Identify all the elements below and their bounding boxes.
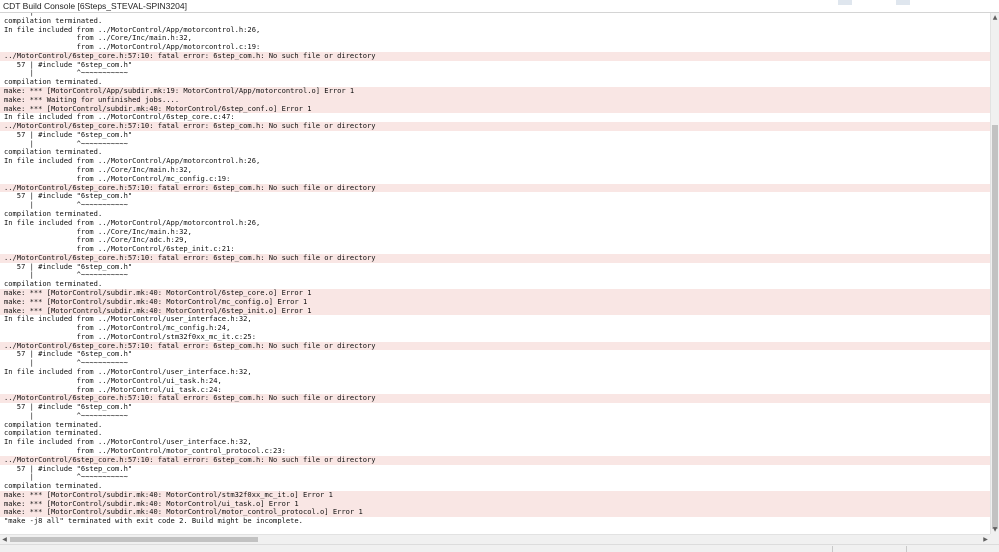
console-error-line: ../MotorControl/6step_core.h:57:10: fata… <box>0 394 990 404</box>
console-line: | ^~~~~~~~~~~~ <box>4 200 128 210</box>
scrollbar-corner <box>990 534 999 544</box>
console-line: 57 | #include "6step_com.h" <box>4 129 133 139</box>
console-error-line: ../MotorControl/6step_core.h:57:10: fata… <box>0 51 990 61</box>
display-console-button[interactable] <box>896 0 910 5</box>
console-title-bar: CDT Build Console [6Steps_STEVAL-SPIN320… <box>0 0 999 13</box>
console-line: | ^~~~~~~~~~~~ <box>4 138 128 148</box>
console-line: | ^~~~~~~~~~~~ <box>4 270 128 280</box>
console-error-line: ../MotorControl/6step_core.h:57:10: fata… <box>0 455 990 465</box>
scroll-right-icon[interactable]: ▶ <box>981 535 990 544</box>
console-line: | ^~~~~~~~~~~~ <box>4 410 128 420</box>
vertical-scrollbar[interactable]: ▲ ▼ <box>990 13 999 534</box>
console-line: | ^~~~~~~~~~~~ <box>4 472 128 482</box>
status-separator <box>832 546 833 552</box>
console-line: 57 | #include "6step_com.h" <box>4 191 133 201</box>
console-error-line: ../MotorControl/6step_core.h:57:10: fata… <box>0 183 990 193</box>
console-line: "make -j8 all" terminated with exit code… <box>4 516 303 526</box>
scroll-left-icon[interactable]: ◀ <box>0 535 9 544</box>
console-line: 57 | #include "6step_com.h" <box>4 261 133 271</box>
horizontal-scrollbar[interactable]: ◀ ▶ <box>0 534 990 544</box>
console-error-line: ../MotorControl/6step_core.h:57:10: fata… <box>0 341 990 351</box>
console-line: 57 | #include "6step_com.h" <box>4 349 133 359</box>
console-error-line: ../MotorControl/6step_core.h:57:10: fata… <box>0 253 990 263</box>
status-separator <box>906 546 907 552</box>
console-title: CDT Build Console [6Steps_STEVAL-SPIN320… <box>3 1 187 11</box>
build-console-output[interactable]: | ^~~~~~~~~~~~compilation terminated.In … <box>0 13 990 534</box>
console-line: compilation terminated. <box>4 419 103 429</box>
vertical-scroll-thumb[interactable] <box>992 125 998 529</box>
console-error-line: ../MotorControl/6step_core.h:57:10: fata… <box>0 121 990 131</box>
console-line: 57 | #include "6step_com.h" <box>4 463 133 473</box>
horizontal-scroll-thumb[interactable] <box>10 537 258 542</box>
status-bar <box>0 544 999 552</box>
console-line: 57 | #include "6step_com.h" <box>4 402 133 412</box>
console-line: 57 | #include "6step_com.h" <box>4 59 133 69</box>
pin-console-button[interactable] <box>838 0 852 5</box>
scroll-up-icon[interactable]: ▲ <box>991 13 999 22</box>
scroll-down-icon[interactable]: ▼ <box>991 525 999 534</box>
console-line: | ^~~~~~~~~~~~ <box>4 68 128 78</box>
